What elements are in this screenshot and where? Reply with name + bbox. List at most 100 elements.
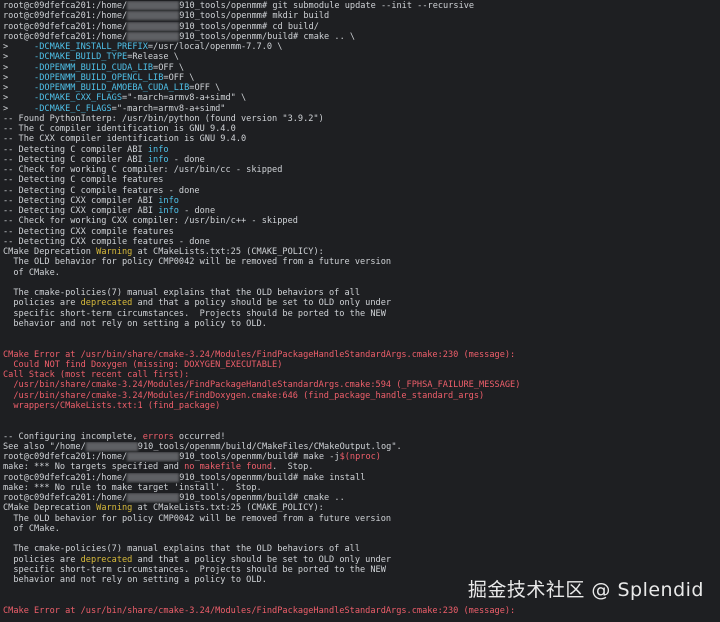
- terminal-line: CMake Error at /usr/bin/share/cmake-3.24…: [3, 350, 720, 360]
- terminal-text: policies are: [3, 298, 81, 309]
- terminal-text: of CMake.: [3, 267, 60, 278]
- terminal-line: behavior and not rely on setting a polic…: [3, 319, 720, 329]
- terminal-line: -- Detecting C compile features: [3, 175, 720, 185]
- terminal-line: CMake Deprecation Warning at CMakeLists.…: [3, 247, 720, 257]
- terminal-line: -- Check for working C compiler: /usr/bi…: [3, 165, 720, 175]
- terminal-line: The OLD behavior for policy CMP0042 will…: [3, 257, 720, 267]
- terminal-line: root@c09dfefca201:/home/910_tools/openmm…: [3, 452, 720, 462]
- terminal-text: behavior and not rely on setting a polic…: [3, 575, 267, 585]
- terminal-line: -- Check for working CXX compiler: /usr/…: [3, 216, 720, 226]
- terminal-text: /usr/bin/share/cmake-3.24/Modules/FindDo…: [3, 390, 485, 401]
- terminal-text: -- Check for working C compiler: /usr/bi…: [3, 165, 283, 175]
- terminal-text: >: [3, 42, 35, 52]
- terminal-line: of CMake.: [3, 268, 720, 278]
- terminal-text: -- Found PythonInterp: /usr/bin/python (…: [3, 113, 324, 124]
- terminal-text: -DCMAKE_BUILD_TYPE: [34, 52, 128, 63]
- terminal-line: > -DCMAKE_BUILD_TYPE=Release \: [3, 52, 720, 62]
- terminal-text: make: *** No rule to make target 'instal…: [3, 482, 262, 493]
- terminal-text: >: [3, 93, 35, 104]
- terminal-line: make: *** No targets specified and no ma…: [3, 462, 720, 472]
- terminal-line: Call Stack (most recent call first):: [3, 370, 720, 380]
- redacted-path: [127, 1, 180, 10]
- terminal-text: -- Detecting CXX compile features: [3, 226, 174, 237]
- terminal-line: policies are deprecated and that a polic…: [3, 555, 720, 565]
- terminal-text: deprecated: [80, 298, 133, 309]
- terminal-text: errors: [142, 431, 174, 442]
- terminal-text: and that a policy should be set to OLD o…: [132, 298, 392, 309]
- terminal-line: -- Detecting CXX compiler ABI info - don…: [3, 206, 720, 216]
- terminal-line: root@c09dfefca201:/home/910_tools/openmm…: [3, 31, 720, 42]
- terminal-text: -- The CXX compiler identification is GN…: [3, 134, 247, 145]
- terminal-line: policies are deprecated and that a polic…: [3, 298, 720, 308]
- terminal-text: and that a policy should be set to OLD o…: [132, 554, 392, 565]
- terminal-text: Call Stack (most recent call first):: [3, 370, 190, 380]
- redacted-path: [127, 452, 180, 461]
- redacted-path: [127, 493, 180, 502]
- terminal-text: ="-march=armv8-a+simd": [111, 103, 226, 114]
- terminal-text: info: [158, 195, 179, 206]
- terminal-line: > -DCMAKE_CXX_FLAGS="-march=armv8-a+simd…: [3, 93, 720, 103]
- terminal-line: CMake Error at /usr/bin/share/cmake-3.24…: [3, 606, 720, 616]
- terminal-text: root@c09dfefca201:/home/: [3, 21, 128, 32]
- terminal-window[interactable]: root@c09dfefca201:/home/910_tools/openmm…: [0, 0, 720, 622]
- terminal-line: > -DCMAKE_INSTALL_PREFIX=/usr/local/open…: [3, 42, 720, 52]
- terminal-text: =OFF \: [163, 72, 195, 83]
- terminal-text: specific short-term circumstances. Proje…: [3, 564, 386, 575]
- terminal-text: specific short-term circumstances. Proje…: [3, 308, 386, 319]
- terminal-text: -- Detecting C compile features: [3, 175, 164, 186]
- terminal-line: root@c09dfefca201:/home/910_tools/openmm…: [3, 21, 720, 32]
- terminal-line: -- Detecting C compile features - done: [3, 186, 720, 196]
- terminal-text: =Release \: [127, 52, 179, 63]
- terminal-text: Warning: [96, 503, 133, 514]
- terminal-text: >: [3, 52, 35, 63]
- terminal-text: See also "/home/: [3, 441, 86, 452]
- terminal-text: of CMake.: [3, 523, 60, 534]
- terminal-text: -- Detecting C compile features - done: [3, 185, 200, 196]
- terminal-text: 910_tools/openmm/build/CMakeFiles/CMakeO…: [137, 441, 402, 452]
- terminal-text: -- Check for working CXX compiler: /usr/…: [3, 216, 298, 227]
- terminal-text: -- The C compiler identification is GNU …: [3, 124, 236, 134]
- terminal-text: CMake Error at /usr/bin/share/cmake-3.24…: [3, 349, 516, 360]
- terminal-text: root@c09dfefca201:/home/: [3, 1, 128, 11]
- terminal-line: The cmake-policies(7) manual explains th…: [3, 544, 720, 554]
- terminal-text: ="-march=armv8-a+simd" \: [122, 93, 247, 104]
- terminal-text: 910_tools/openmm/build# make -j: [179, 452, 340, 462]
- terminal-text: The cmake-policies(7) manual explains th…: [3, 544, 360, 555]
- terminal-line: -- The CXX compiler identification is GN…: [3, 134, 720, 144]
- terminal-text: 910_tools/openmm# git submodule update -…: [179, 1, 475, 11]
- terminal-text: =/usr/local/openmm-7.7.0 \: [147, 42, 283, 52]
- terminal-line: of CMake.: [3, 524, 720, 534]
- redacted-path: [127, 11, 180, 21]
- redacted-path: [127, 31, 180, 41]
- terminal-line: make: *** No rule to make target 'instal…: [3, 483, 720, 493]
- terminal-text: 910_tools/openmm/build# cmake .. \: [179, 31, 356, 42]
- terminal-text: -DOPENMM_BUILD_OPENCL_LIB: [34, 72, 164, 83]
- terminal-text: 910_tools/openmm/build# make install: [179, 472, 366, 483]
- terminal-text: root@c09dfefca201:/home/: [3, 452, 128, 462]
- terminal-text: occurred!: [173, 431, 226, 442]
- terminal-text: The cmake-policies(7) manual explains th…: [3, 288, 360, 298]
- terminal-text: -- Detecting CXX compiler ABI: [3, 195, 159, 206]
- terminal-text: 910_tools/openmm# cd build/: [179, 21, 319, 32]
- terminal-line: The OLD behavior for policy CMP0042 will…: [3, 514, 720, 524]
- terminal-text: make: *** No targets specified and: [3, 462, 185, 473]
- redacted-path: [127, 472, 180, 482]
- terminal-text: root@c09dfefca201:/home/: [3, 11, 128, 22]
- terminal-line: root@c09dfefca201:/home/910_tools/openmm…: [3, 472, 720, 483]
- terminal-line: > -DCMAKE_C_FLAGS="-march=armv8-a+simd": [3, 104, 720, 114]
- terminal-text: The OLD behavior for policy CMP0042 will…: [3, 513, 392, 524]
- terminal-text: info: [158, 206, 179, 216]
- terminal-text: . Stop.: [272, 462, 314, 473]
- terminal-text: The OLD behavior for policy CMP0042 will…: [3, 257, 392, 268]
- terminal-line: /usr/bin/share/cmake-3.24/Modules/FindPa…: [3, 380, 720, 390]
- terminal-text: >: [3, 72, 35, 83]
- terminal-text: -DCMAKE_CXX_FLAGS: [34, 93, 123, 104]
- terminal-text: info: [147, 154, 169, 165]
- terminal-line: CMake Deprecation Warning at CMakeLists.…: [3, 503, 720, 513]
- terminal-line: -- Configuring incomplete, errors occurr…: [3, 432, 720, 442]
- terminal-output: root@c09dfefca201:/home/910_tools/openmm…: [3, 1, 720, 616]
